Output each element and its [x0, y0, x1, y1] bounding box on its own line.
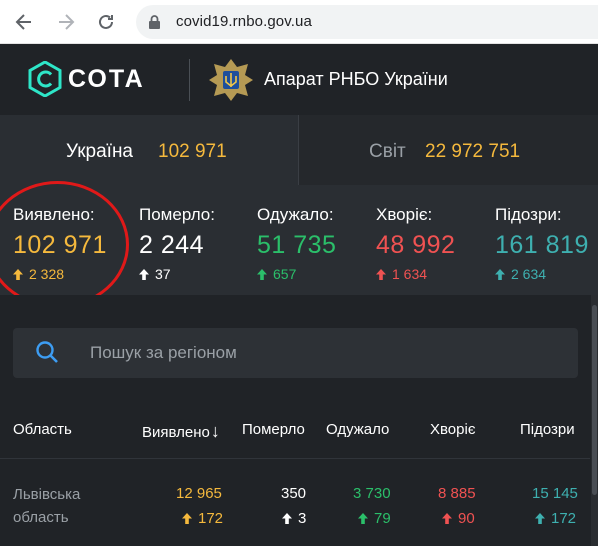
forward-arrow-icon: [59, 14, 75, 30]
stat-suspected-delta-value: 2 634: [511, 266, 547, 282]
region-name-line2: область: [13, 509, 69, 526]
tab-world-label: Світ: [369, 141, 406, 162]
stat-deaths-delta: 37: [139, 266, 215, 282]
logo-text[interactable]: СОТА: [68, 65, 145, 94]
stat-recovered-delta-value: 657: [273, 266, 297, 282]
stat-recovered-value: 51 735: [257, 231, 337, 259]
stat-sick-delta: 1 634: [376, 266, 455, 282]
col-recovered[interactable]: Одужало: [326, 421, 389, 438]
stat-suspected: Підозри: 161 819 2 634: [495, 205, 589, 282]
cell-suspected: 15 145: [532, 485, 578, 502]
stat-suspected-delta: 2 634: [495, 266, 589, 282]
stat-sick-label: Хворіє:: [376, 205, 433, 224]
stat-recovered: Одужало: 51 735 657: [257, 205, 336, 282]
col-detected-label: Виявлено: [142, 424, 210, 441]
cell-deaths-delta: 3: [282, 510, 306, 527]
stat-detected: Виявлено: 102 971 2 328: [13, 205, 107, 282]
site-header: СОТА Апарат РНБО України: [0, 45, 598, 115]
region-tabs: Україна 102 971 Світ 22 972 751: [0, 115, 598, 185]
cell-recovered: 3 730: [353, 485, 391, 502]
reload-button[interactable]: [94, 10, 118, 34]
cell-sick-delta-value: 90: [458, 510, 475, 527]
reload-icon: [99, 14, 113, 29]
region-name-line1: Львівська: [13, 486, 81, 503]
tab-ukraine[interactable]: Україна 102 971: [0, 115, 298, 185]
cell-suspected-delta: 172: [535, 510, 576, 527]
stat-suspected-label: Підозри:: [495, 205, 562, 224]
col-suspected[interactable]: Підозри: [520, 421, 575, 438]
region-search[interactable]: [13, 328, 578, 378]
stat-detected-label: Виявлено:: [13, 205, 95, 224]
tab-ukraine-value: 102 971: [158, 141, 227, 162]
stat-deaths-label: Померло:: [139, 205, 215, 224]
cell-deaths-delta-value: 3: [298, 510, 307, 527]
col-sick[interactable]: Хворіє: [430, 421, 475, 438]
region-name[interactable]: Львівська область: [13, 483, 80, 529]
up-arrow-icon: [13, 268, 23, 280]
cell-recovered-delta: 79: [358, 510, 391, 527]
lock-icon: [149, 15, 160, 29]
back-arrow-icon: [15, 14, 31, 30]
up-arrow-icon: [257, 268, 267, 280]
browser-toolbar: covid19.rnbo.gov.ua: [0, 0, 598, 44]
up-arrow-icon: [376, 268, 386, 280]
stat-sick-value: 48 992: [376, 231, 456, 259]
search-input[interactable]: [90, 341, 550, 365]
stat-deaths-value: 2 244: [139, 231, 205, 259]
stat-recovered-label: Одужало:: [257, 205, 334, 224]
sota-logo-icon[interactable]: [28, 61, 62, 97]
table-divider: [0, 458, 590, 459]
cell-recovered-delta-value: 79: [374, 510, 391, 527]
col-deaths[interactable]: Померло: [242, 421, 305, 438]
cell-detected-delta: 172: [182, 510, 223, 527]
stat-detected-delta-value: 2 328: [29, 266, 65, 282]
stat-detected-value: 102 971: [13, 231, 107, 259]
up-arrow-icon: [535, 513, 545, 524]
stats-panel: Виявлено: 102 971 2 328 Померло: 2 244 3…: [0, 185, 598, 295]
tab-world[interactable]: Світ 22 972 751: [298, 115, 598, 185]
tab-world-value: 22 972 751: [425, 141, 521, 162]
stat-sick-delta-value: 1 634: [392, 266, 428, 282]
cell-sick-delta: 90: [442, 510, 475, 527]
rnbo-emblem-icon: [209, 59, 253, 101]
url-text: covid19.rnbo.gov.ua: [176, 13, 312, 30]
up-arrow-icon: [442, 513, 452, 524]
cell-detected-delta-value: 172: [198, 510, 224, 527]
cell-deaths: 350: [281, 485, 307, 502]
up-arrow-icon: [495, 268, 505, 280]
header-divider: [189, 59, 190, 101]
tab-ukraine-label: Україна: [66, 141, 134, 162]
forward-button[interactable]: [54, 10, 78, 34]
up-arrow-icon: [182, 513, 192, 524]
stat-deaths: Померло: 2 244 37: [139, 205, 215, 282]
cell-sick: 8 885: [438, 485, 476, 502]
back-button[interactable]: [12, 10, 36, 34]
up-arrow-icon: [358, 513, 368, 524]
cell-detected: 12 965: [176, 485, 222, 502]
sort-desc-icon: ↓: [210, 421, 220, 441]
up-arrow-icon: [139, 268, 149, 280]
org-name: Апарат РНБО України: [264, 69, 448, 89]
scrollbar-thumb[interactable]: [592, 305, 597, 495]
stat-recovered-delta: 657: [257, 266, 336, 282]
up-arrow-icon: [282, 513, 292, 524]
stat-deaths-delta-value: 37: [155, 266, 171, 282]
stat-sick: Хворіє: 48 992 1 634: [376, 205, 455, 282]
stat-suspected-value: 161 819: [495, 231, 589, 259]
search-icon: [36, 341, 58, 363]
address-bar[interactable]: covid19.rnbo.gov.ua: [136, 5, 598, 39]
col-region[interactable]: Область: [13, 421, 72, 438]
stat-detected-delta: 2 328: [13, 266, 107, 282]
cell-suspected-delta-value: 172: [551, 510, 577, 527]
col-detected[interactable]: Виявлено↓: [142, 421, 220, 442]
regions-section: Область Виявлено↓ Померло Одужало Хворіє…: [0, 295, 598, 546]
